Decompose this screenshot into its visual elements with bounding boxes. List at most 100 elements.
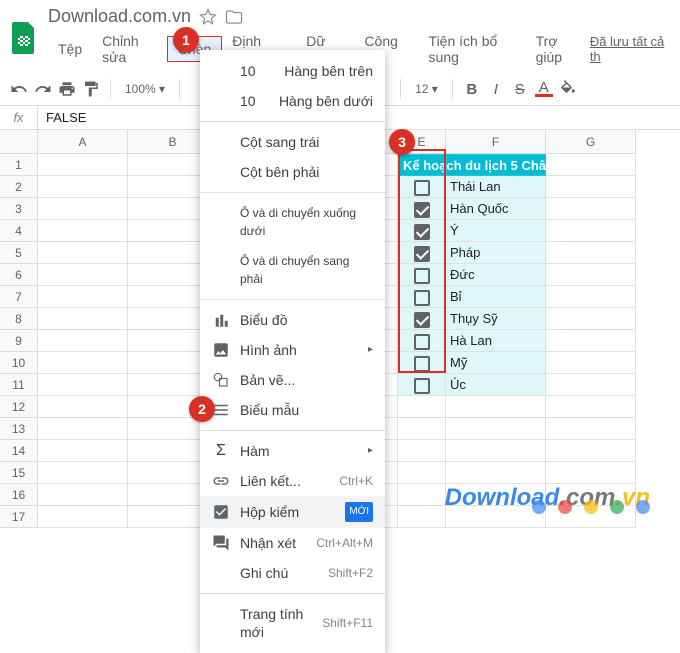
text-color-icon[interactable]: A bbox=[535, 81, 553, 97]
redo-icon[interactable] bbox=[34, 80, 52, 98]
cell[interactable] bbox=[546, 154, 636, 176]
cell[interactable] bbox=[398, 440, 446, 462]
cell[interactable] bbox=[446, 440, 546, 462]
cell[interactable] bbox=[38, 462, 128, 484]
fill-color-icon[interactable] bbox=[559, 80, 577, 98]
menu-tep[interactable]: Tệp bbox=[48, 37, 92, 61]
font-size[interactable]: 12 ▾ bbox=[411, 80, 442, 98]
dd-image[interactable]: Hình ảnh▸ bbox=[200, 335, 385, 365]
dd-checkbox[interactable]: Hộp kiểmMỚI bbox=[200, 496, 385, 528]
dd-col-right[interactable]: Cột bên phải bbox=[200, 157, 385, 187]
checkbox[interactable] bbox=[414, 312, 430, 328]
cell[interactable] bbox=[38, 418, 128, 440]
col-header[interactable]: A bbox=[38, 130, 128, 154]
cell[interactable] bbox=[38, 264, 128, 286]
dd-function[interactable]: ΣHàm▸ bbox=[200, 436, 385, 466]
cell[interactable] bbox=[446, 418, 546, 440]
folder-icon[interactable] bbox=[225, 8, 243, 26]
cell[interactable] bbox=[38, 484, 128, 506]
undo-icon[interactable] bbox=[10, 80, 28, 98]
dd-comment[interactable]: Nhận xétCtrl+Alt+M bbox=[200, 528, 385, 558]
checkbox[interactable] bbox=[414, 378, 430, 394]
cell[interactable] bbox=[398, 198, 446, 220]
row-header[interactable]: 2 bbox=[0, 176, 38, 198]
cell[interactable]: Hà Lan bbox=[446, 330, 546, 352]
cell[interactable] bbox=[38, 330, 128, 352]
cell[interactable] bbox=[398, 374, 446, 396]
cell[interactable] bbox=[546, 330, 636, 352]
row-header[interactable]: 17 bbox=[0, 506, 38, 528]
cell[interactable]: Thái Lan bbox=[446, 176, 546, 198]
dd-rows-below[interactable]: 10 Hàng bên dưới bbox=[200, 86, 385, 116]
cell[interactable]: Đức bbox=[446, 264, 546, 286]
cell[interactable] bbox=[38, 440, 128, 462]
cell[interactable] bbox=[38, 154, 128, 176]
cell[interactable] bbox=[38, 176, 128, 198]
cell[interactable] bbox=[546, 418, 636, 440]
cell[interactable] bbox=[398, 396, 446, 418]
cell[interactable] bbox=[398, 330, 446, 352]
cell[interactable] bbox=[398, 242, 446, 264]
print-icon[interactable] bbox=[58, 80, 76, 98]
cell[interactable] bbox=[546, 440, 636, 462]
cell[interactable] bbox=[38, 396, 128, 418]
cell[interactable]: Mỹ bbox=[446, 352, 546, 374]
cell[interactable]: Úc bbox=[446, 374, 546, 396]
dd-note[interactable]: Ghi chúShift+F2 bbox=[200, 558, 385, 588]
cell[interactable] bbox=[546, 462, 636, 484]
cell[interactable]: Kể hoạch du lịch 5 Châu bbox=[398, 154, 446, 176]
cell[interactable] bbox=[398, 484, 446, 506]
row-header[interactable]: 16 bbox=[0, 484, 38, 506]
row-header[interactable]: 8 bbox=[0, 308, 38, 330]
cell[interactable] bbox=[546, 308, 636, 330]
corner-cell[interactable] bbox=[0, 130, 38, 154]
cell[interactable] bbox=[38, 506, 128, 528]
row-header[interactable]: 7 bbox=[0, 286, 38, 308]
checkbox[interactable] bbox=[414, 268, 430, 284]
cell[interactable] bbox=[38, 352, 128, 374]
cell[interactable] bbox=[398, 462, 446, 484]
menu-tien-ich[interactable]: Tiện ích bổ sung bbox=[419, 29, 526, 69]
row-header[interactable]: 3 bbox=[0, 198, 38, 220]
row-header[interactable]: 14 bbox=[0, 440, 38, 462]
dd-rows-above[interactable]: 10 Hàng bên trên bbox=[200, 56, 385, 86]
cell[interactable] bbox=[398, 264, 446, 286]
checkbox[interactable] bbox=[414, 224, 430, 240]
dd-link[interactable]: Liên kết...Ctrl+K bbox=[200, 466, 385, 496]
dd-drawing[interactable]: Bản vẽ... bbox=[200, 365, 385, 395]
checkbox[interactable] bbox=[414, 202, 430, 218]
row-header[interactable]: 4 bbox=[0, 220, 38, 242]
cell[interactable] bbox=[38, 220, 128, 242]
cell[interactable] bbox=[446, 396, 546, 418]
star-icon[interactable] bbox=[199, 8, 217, 26]
dd-form[interactable]: Biểu mẫu bbox=[200, 395, 385, 425]
row-header[interactable]: 15 bbox=[0, 462, 38, 484]
cell[interactable] bbox=[398, 176, 446, 198]
col-header[interactable]: F bbox=[446, 130, 546, 154]
cell[interactable] bbox=[38, 198, 128, 220]
doc-title[interactable]: Download.com.vn bbox=[48, 6, 670, 27]
row-header[interactable]: 11 bbox=[0, 374, 38, 396]
dd-col-left[interactable]: Cột sang trái bbox=[200, 127, 385, 157]
cell[interactable] bbox=[398, 308, 446, 330]
cell[interactable] bbox=[546, 286, 636, 308]
row-header[interactable]: 9 bbox=[0, 330, 38, 352]
italic-icon[interactable]: I bbox=[487, 80, 505, 98]
checkbox[interactable] bbox=[414, 290, 430, 306]
cell[interactable] bbox=[446, 462, 546, 484]
cell[interactable] bbox=[398, 506, 446, 528]
cell[interactable] bbox=[546, 242, 636, 264]
cell[interactable] bbox=[546, 176, 636, 198]
bold-icon[interactable]: B bbox=[463, 80, 481, 98]
sheets-logo[interactable] bbox=[10, 20, 38, 56]
cell[interactable] bbox=[546, 198, 636, 220]
cell[interactable]: Ý bbox=[446, 220, 546, 242]
checkbox[interactable] bbox=[414, 334, 430, 350]
row-header[interactable]: 5 bbox=[0, 242, 38, 264]
row-header[interactable]: 10 bbox=[0, 352, 38, 374]
cell[interactable]: Thụy Sỹ bbox=[446, 308, 546, 330]
cell[interactable] bbox=[398, 286, 446, 308]
checkbox[interactable] bbox=[414, 246, 430, 262]
dd-new-sheet[interactable]: Trang tính mớiShift+F11 bbox=[200, 599, 385, 647]
cell[interactable] bbox=[38, 308, 128, 330]
